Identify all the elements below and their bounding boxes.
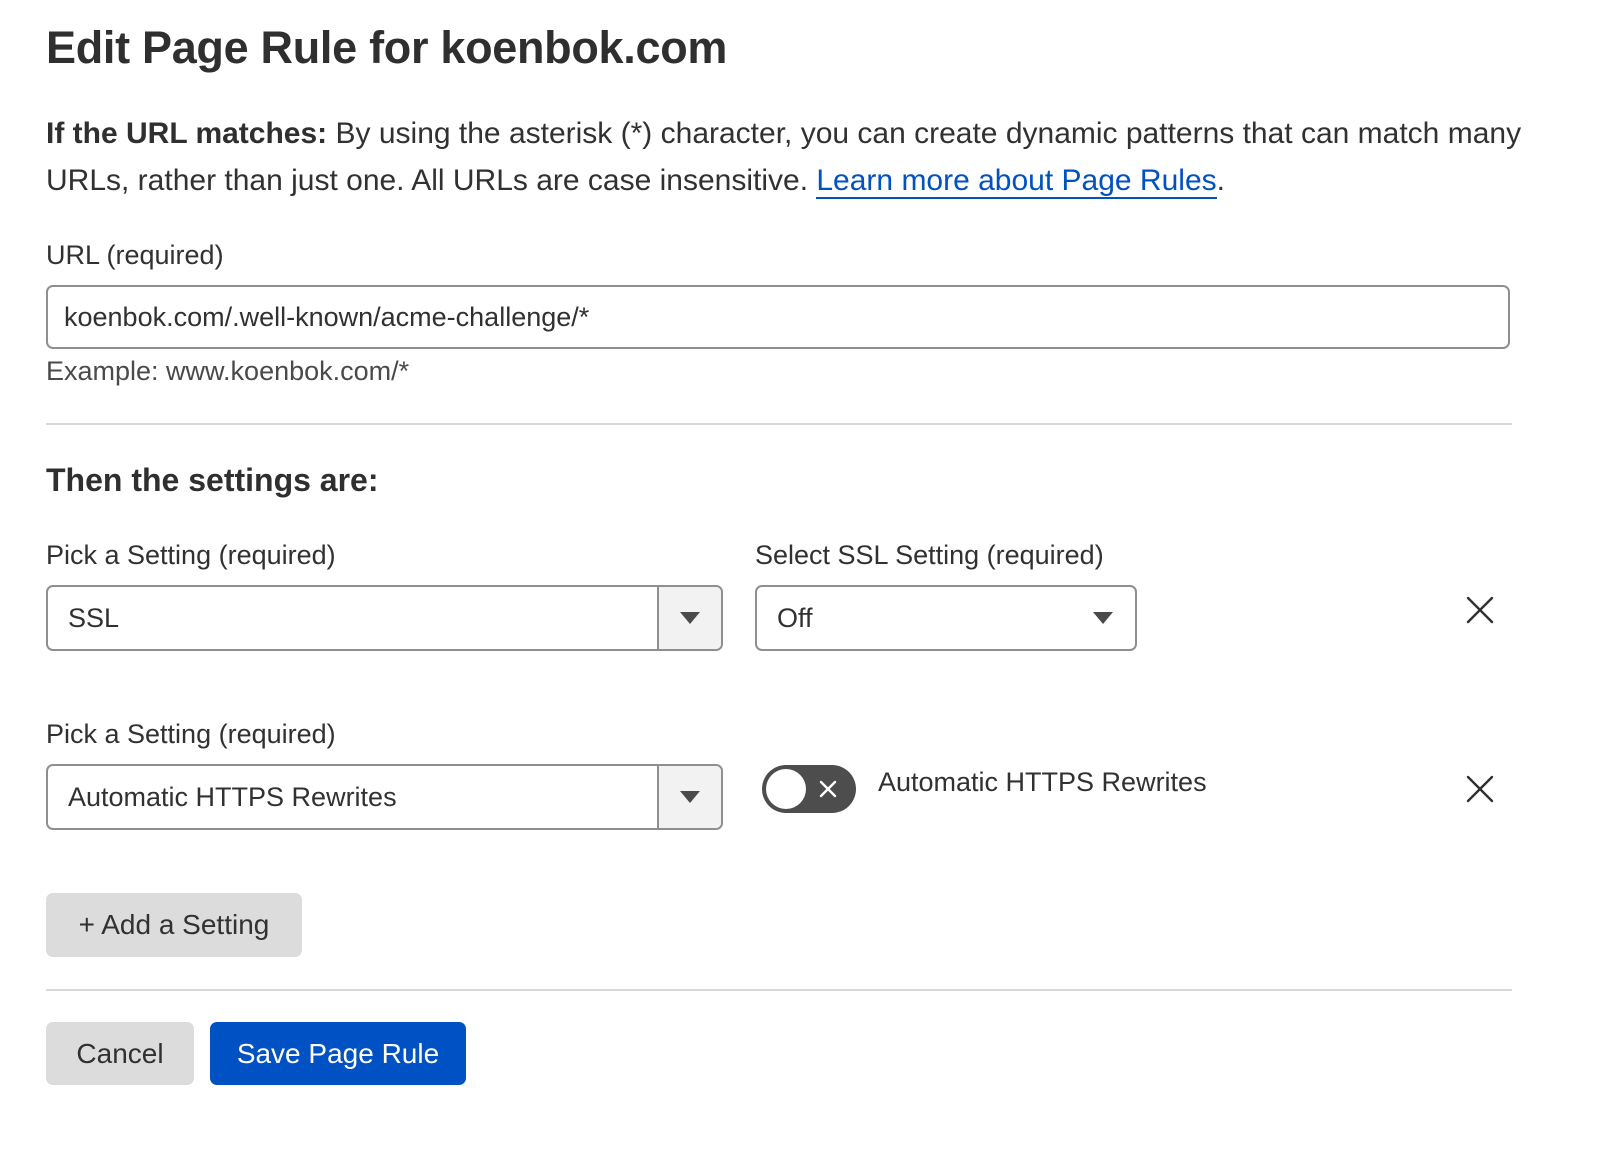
pick-setting-label: Pick a Setting (required) <box>46 540 336 570</box>
caret-down-icon <box>1093 612 1113 624</box>
pick-setting-select[interactable]: SSL <box>46 585 723 651</box>
url-input[interactable] <box>46 285 1510 349</box>
dropdown-toggle[interactable] <box>657 587 721 649</box>
toggle-knob <box>766 769 806 809</box>
footer-divider <box>46 989 1512 991</box>
caret-down-icon <box>680 791 700 803</box>
pick-setting-value: SSL <box>68 602 120 633</box>
x-icon <box>819 780 837 798</box>
ssl-setting-label: Select SSL Setting (required) <box>755 540 1104 570</box>
url-match-description: If the URL matches: By using the asteris… <box>46 110 1526 204</box>
cancel-button[interactable]: Cancel <box>46 1022 194 1085</box>
ssl-setting-select[interactable]: Off <box>755 585 1137 651</box>
learn-more-link[interactable]: Learn more about Page Rules <box>816 164 1217 199</box>
pick-setting-value: Automatic HTTPS Rewrites <box>68 781 397 812</box>
add-setting-button[interactable]: + Add a Setting <box>46 893 302 957</box>
save-page-rule-button[interactable]: Save Page Rule <box>210 1022 466 1085</box>
settings-heading: Then the settings are: <box>46 462 379 498</box>
url-example-hint: Example: www.koenbok.com/* <box>46 356 410 386</box>
https-rewrites-toggle[interactable] <box>762 765 856 813</box>
dropdown-toggle[interactable] <box>657 766 721 828</box>
section-divider <box>46 423 1512 425</box>
close-icon <box>1466 775 1494 803</box>
remove-setting-button[interactable] <box>1462 771 1498 807</box>
pick-setting-select[interactable]: Automatic HTTPS Rewrites <box>46 764 723 830</box>
ssl-setting-value: Off <box>777 602 813 633</box>
remove-setting-button[interactable] <box>1462 592 1498 628</box>
close-icon <box>1466 596 1494 624</box>
caret-down-icon <box>680 612 700 624</box>
pick-setting-label: Pick a Setting (required) <box>46 719 336 749</box>
intro-bold-lead: If the URL matches: <box>46 117 328 150</box>
url-field-label: URL (required) <box>46 240 224 270</box>
page-title: Edit Page Rule for koenbok.com <box>46 22 728 73</box>
intro-trailing: . <box>1216 164 1225 197</box>
toggle-label: Automatic HTTPS Rewrites <box>878 767 1207 797</box>
